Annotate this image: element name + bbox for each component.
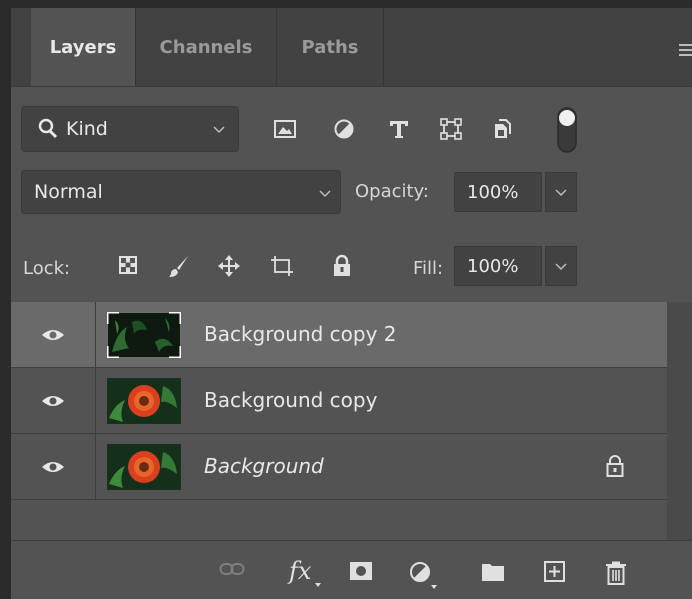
tab-channels[interactable]: Channels — [136, 8, 276, 86]
layer-row[interactable]: Background copy — [11, 368, 667, 434]
blend-mode-select[interactable]: Normal — [21, 170, 341, 214]
chevron-down-icon — [319, 190, 331, 198]
lock-all-icon[interactable] — [331, 254, 353, 278]
chevron-down-icon — [555, 263, 567, 271]
layer-thumbnail[interactable] — [107, 312, 181, 358]
layer-name: Background copy 2 — [204, 322, 397, 346]
lock-artboard-icon[interactable] — [269, 254, 295, 278]
search-icon — [38, 118, 58, 139]
fill-label: Fill: — [413, 258, 444, 279]
layer-name: Background copy — [204, 388, 378, 412]
eye-icon[interactable] — [41, 328, 65, 342]
tab-paths-label: Paths — [301, 36, 359, 58]
blend-mode-label: Normal — [34, 181, 103, 203]
layer-thumbnail[interactable] — [107, 444, 181, 490]
layers-bottom-toolbar: fx — [11, 540, 692, 599]
layers-panel: Layers Channels Paths Kind Normal Opacit… — [10, 8, 692, 599]
filter-kind-select[interactable]: Kind — [21, 106, 239, 152]
new-layer-icon[interactable] — [543, 561, 567, 583]
group-folder-icon[interactable] — [481, 561, 505, 583]
fx-icon[interactable]: fx — [287, 555, 321, 589]
filter-toggle-icon[interactable] — [556, 106, 578, 154]
opacity-dropdown[interactable] — [545, 172, 577, 212]
opacity-label: Opacity: — [355, 181, 429, 202]
layers-scrollbar[interactable] — [667, 302, 692, 540]
layer-row[interactable]: Background copy 2 — [11, 302, 667, 368]
layer-row[interactable]: Background — [11, 434, 667, 500]
fill-dropdown[interactable] — [545, 246, 577, 286]
type-layer-filter-icon[interactable] — [387, 118, 411, 140]
opacity-field[interactable]: 100% — [454, 172, 542, 212]
divider — [95, 302, 96, 368]
chevron-down-icon — [213, 126, 225, 134]
panel-menu-icon[interactable] — [679, 44, 692, 59]
lock-image-pixels-icon[interactable] — [167, 254, 191, 278]
layer-mask-icon[interactable] — [349, 561, 373, 583]
filter-kind-label: Kind — [66, 118, 108, 140]
eye-icon[interactable] — [41, 460, 65, 474]
layer-name: Background — [204, 454, 324, 478]
tab-layers-label: Layers — [49, 36, 117, 58]
chevron-down-icon — [555, 189, 567, 197]
adjustment-layer-icon[interactable] — [409, 561, 439, 591]
layer-thumbnail[interactable] — [107, 378, 181, 424]
tab-layers[interactable]: Layers — [31, 8, 135, 86]
tab-divider — [383, 8, 384, 86]
divider — [95, 368, 96, 434]
lock-transparent-pixels-icon[interactable] — [117, 254, 139, 276]
shape-layer-filter-icon[interactable] — [439, 118, 463, 140]
link-layers-icon[interactable] — [219, 561, 245, 577]
svg-text:fx: fx — [287, 557, 312, 585]
layer-lock-icon[interactable] — [605, 454, 625, 478]
divider — [95, 434, 96, 500]
smart-object-filter-icon[interactable] — [491, 118, 513, 140]
panel-tab-bar: Layers Channels Paths — [11, 8, 692, 87]
pixel-layer-filter-icon[interactable] — [273, 118, 297, 140]
lock-position-icon[interactable] — [217, 254, 241, 278]
tab-paths[interactable]: Paths — [277, 8, 383, 86]
fill-field[interactable]: 100% — [454, 246, 542, 286]
tab-channels-label: Channels — [159, 36, 253, 58]
lock-label: Lock: — [23, 258, 71, 279]
eye-icon[interactable] — [41, 394, 65, 408]
trash-icon[interactable] — [605, 561, 627, 585]
adjustment-layer-filter-icon[interactable] — [333, 118, 355, 140]
